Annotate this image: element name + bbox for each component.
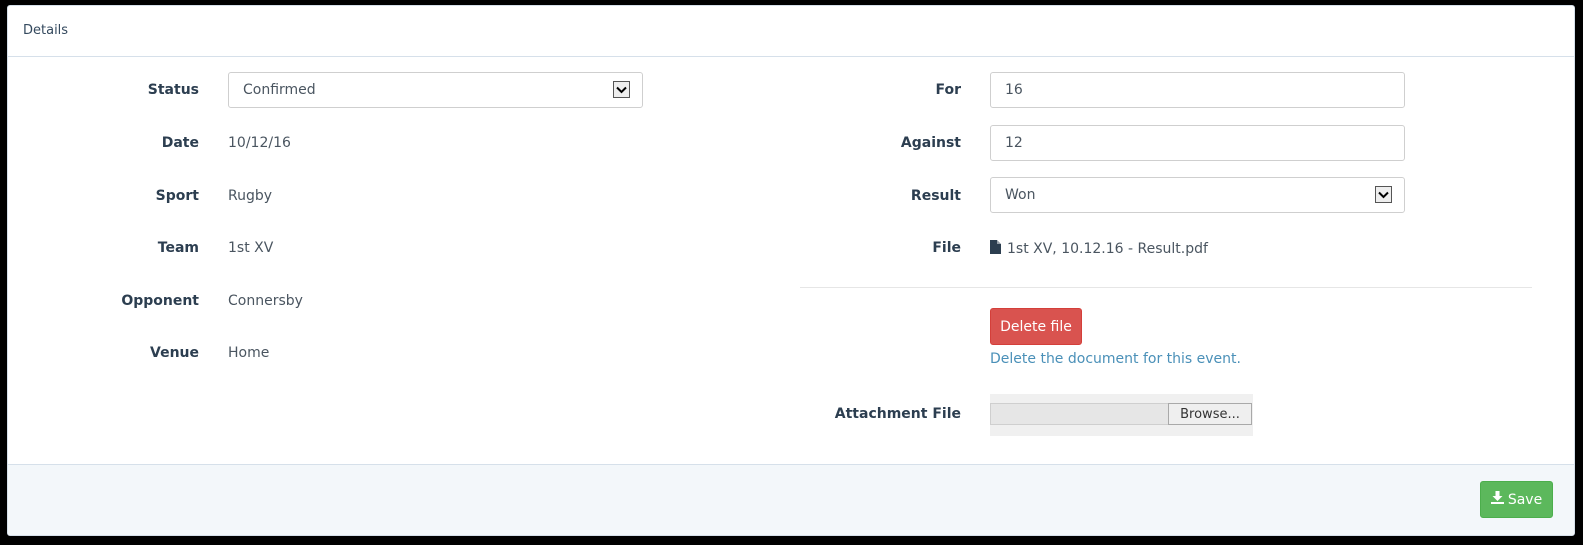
chevron-down-icon[interactable] xyxy=(1375,186,1392,203)
divider xyxy=(800,287,1532,288)
result-select[interactable]: Won xyxy=(990,177,1405,213)
save-button[interactable]: Save xyxy=(1480,481,1553,518)
venue-value: Home xyxy=(228,345,270,361)
file-label: File xyxy=(932,240,961,256)
date-value: 10/12/16 xyxy=(228,135,291,151)
status-label: Status xyxy=(147,82,199,98)
panel-title: Details xyxy=(8,6,1574,57)
opponent-value: Connersby xyxy=(228,293,303,309)
download-icon xyxy=(1490,491,1504,508)
status-select[interactable]: Confirmed xyxy=(228,72,643,108)
panel-footer: Save xyxy=(8,464,1574,535)
file-path-field[interactable] xyxy=(990,403,1168,425)
chevron-down-icon[interactable] xyxy=(613,81,630,98)
details-panel: Details Status Confirmed Date 10/12/16 S… xyxy=(7,5,1575,536)
team-label: Team xyxy=(157,240,199,256)
sport-value: Rugby xyxy=(228,188,273,204)
for-label: For xyxy=(935,82,961,98)
against-input[interactable]: 12 xyxy=(990,125,1405,161)
venue-label: Venue xyxy=(150,345,199,361)
browse-button[interactable]: Browse... xyxy=(1168,403,1252,425)
status-value: Confirmed xyxy=(243,82,316,98)
attachment-file-input[interactable]: Browse... xyxy=(990,394,1253,436)
delete-help-text: Delete the document for this event. xyxy=(990,351,1241,367)
save-label: Save xyxy=(1507,491,1543,508)
opponent-label: Opponent xyxy=(121,293,199,309)
file-icon xyxy=(990,240,1001,258)
result-label: Result xyxy=(910,188,961,204)
result-value: Won xyxy=(1005,187,1036,203)
team-value: 1st XV xyxy=(228,240,274,256)
delete-file-button[interactable]: Delete file xyxy=(990,308,1082,345)
date-label: Date xyxy=(161,135,199,151)
file-name: 1st XV, 10.12.16 - Result.pdf xyxy=(1007,241,1208,257)
against-label: Against xyxy=(900,135,961,151)
file-link[interactable]: 1st XV, 10.12.16 - Result.pdf xyxy=(990,240,1208,258)
sport-label: Sport xyxy=(155,188,199,204)
attachment-label: Attachment File xyxy=(834,406,961,422)
for-input[interactable]: 16 xyxy=(990,72,1405,108)
